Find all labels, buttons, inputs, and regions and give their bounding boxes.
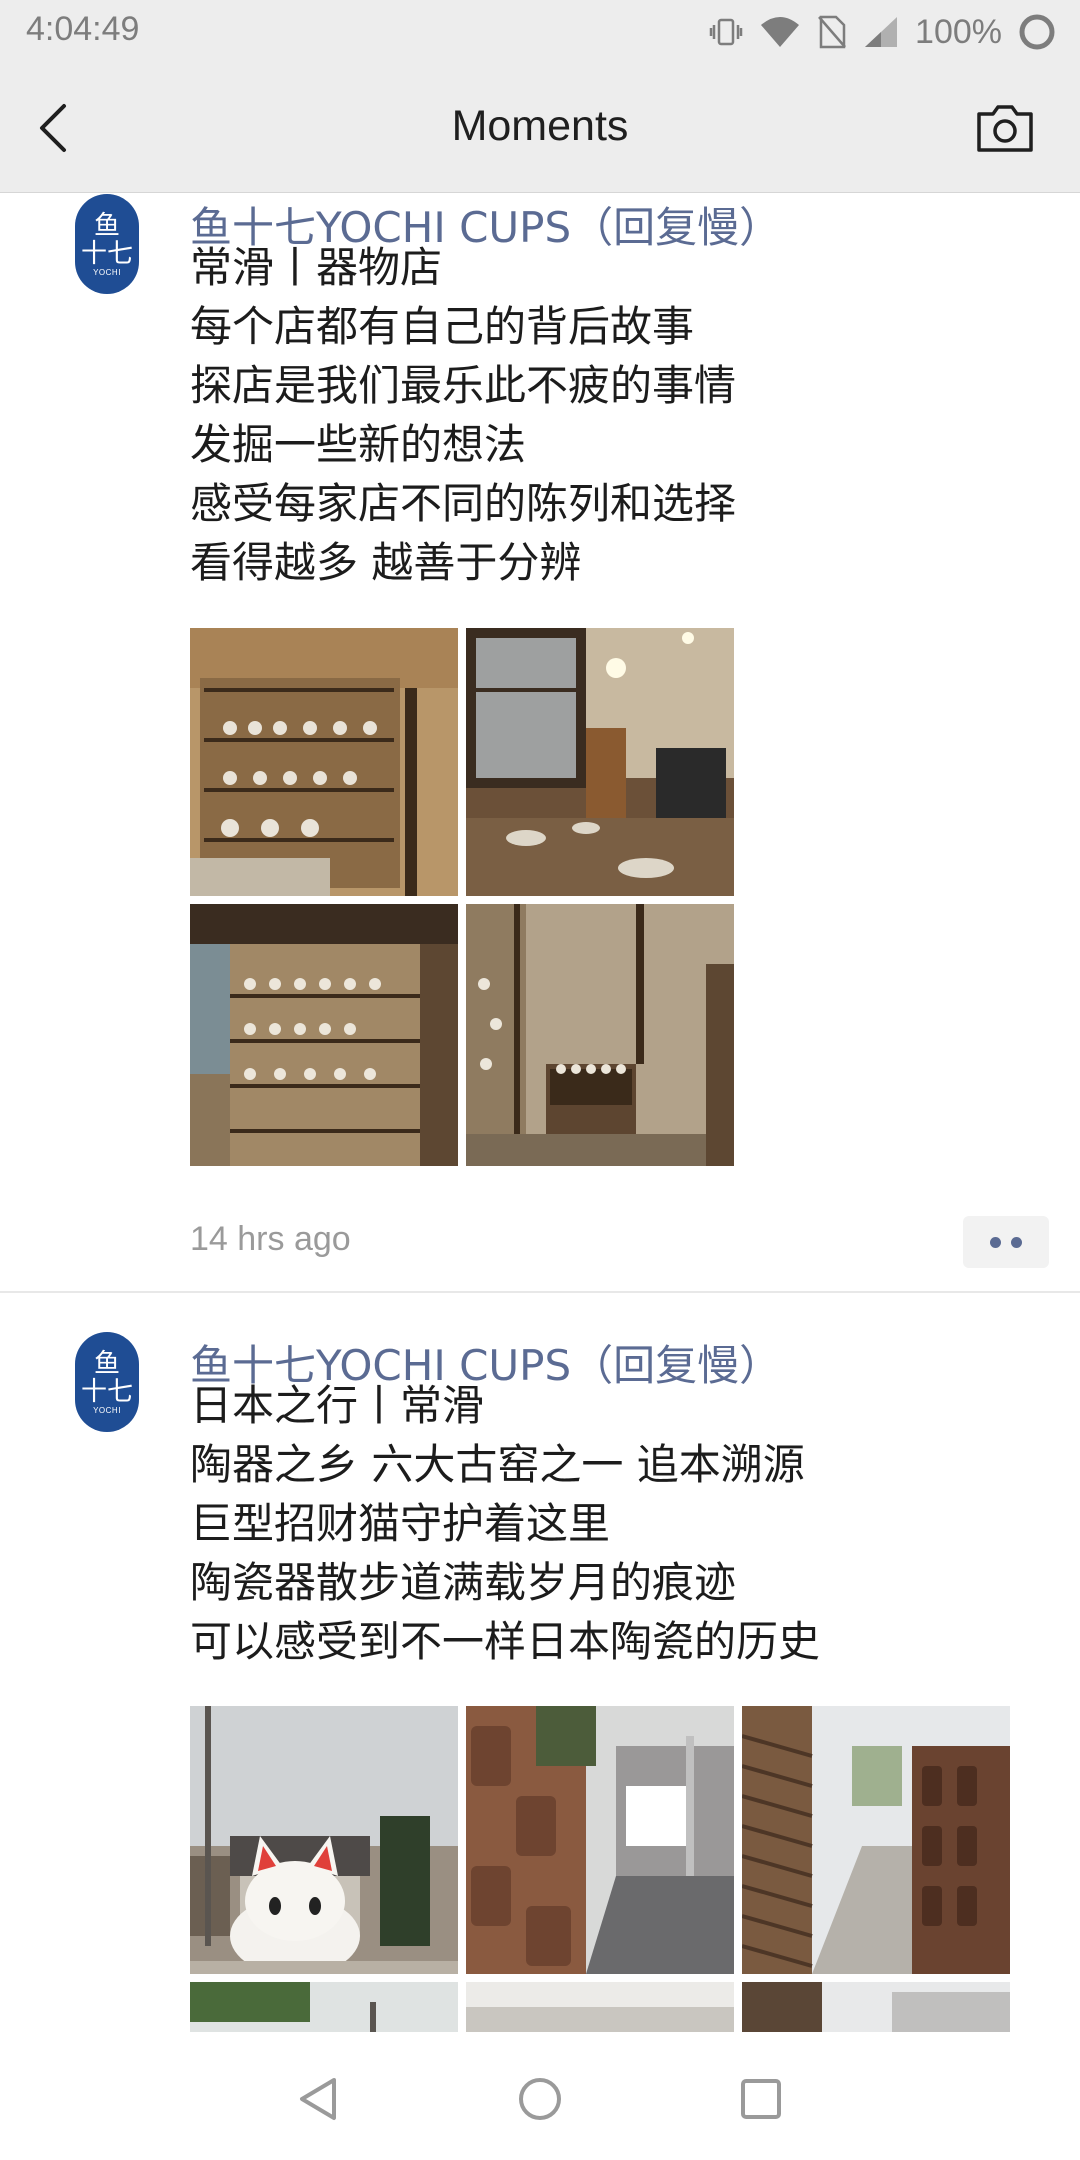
status-bar: 4:04:49 100% (0, 0, 1080, 62)
status-icons: 100% (709, 10, 1056, 54)
post-photo[interactable] (190, 628, 458, 896)
post-photo[interactable] (742, 1982, 1010, 2032)
post-line: 常滑丨器物店 (190, 243, 443, 292)
wifi-icon (759, 15, 801, 49)
app-header: Moments (0, 62, 1080, 193)
square-recents-icon (741, 2079, 781, 2119)
camera-button[interactable] (975, 102, 1035, 154)
post-line: 感受每家店不同的陈列和选择 (190, 479, 737, 528)
post-photo[interactable] (190, 1706, 458, 1974)
page-title: Moments (451, 102, 629, 150)
more-dot-icon (1011, 1236, 1022, 1248)
post-timestamp: 14 hrs ago (190, 1220, 351, 1258)
post-text: 常滑丨器物店 每个店都有自己的背后故事 探店是我们最乐此不疲的事情 发掘一些新的… (190, 238, 736, 592)
post-divider (0, 1291, 1080, 1293)
no-sim-icon (817, 15, 847, 49)
post-line: 陶器之乡 六大古窑之一 追本溯源 (190, 1440, 805, 1489)
post-photo[interactable] (466, 1706, 734, 1974)
top-bar: 4:04:49 100% Moments (0, 0, 1080, 193)
signal-icon (863, 15, 899, 49)
post-photo[interactable] (466, 1982, 734, 2032)
more-dot-icon (990, 1236, 1001, 1248)
avatar[interactable]: 鱼 十七 YOCHI (75, 1332, 139, 1432)
post-line: 陶瓷器散步道满载岁月的痕迹 (190, 1558, 737, 1607)
vibrate-icon (709, 15, 743, 49)
post-line: 每个店都有自己的背后故事 (190, 302, 695, 351)
post-line: 可以感受到不一样日本陶瓷的历史 (190, 1617, 821, 1666)
post-photo[interactable] (466, 628, 734, 896)
post-line: 看得越多 越善于分辨 (190, 538, 582, 587)
nav-recents-button[interactable] (734, 2072, 788, 2126)
post-photo[interactable] (190, 1982, 458, 2032)
post-photo[interactable] (742, 1706, 1010, 1974)
status-time: 4:04:49 (26, 10, 140, 48)
circle-home-icon (519, 2078, 561, 2120)
post-photo[interactable] (466, 904, 734, 1166)
post-line: 巨型招财猫守护着这里 (190, 1499, 611, 1548)
post-line: 发掘一些新的想法 (190, 420, 527, 469)
triangle-back-icon (300, 2078, 336, 2120)
avatar[interactable]: 鱼 十七 YOCHI (75, 194, 139, 294)
system-nav-bar (0, 2038, 1080, 2160)
comment-like-button[interactable] (963, 1216, 1049, 1268)
post-text: 日本之行丨常滑 陶器之乡 六大古窑之一 追本溯源 巨型招财猫守护着这里 陶瓷器散… (190, 1376, 820, 1671)
nav-home-button[interactable] (513, 2072, 567, 2126)
post-line: 日本之行丨常滑 (190, 1381, 485, 1430)
post-line: 探店是我们最乐此不疲的事情 (190, 361, 737, 410)
post-photo[interactable] (190, 904, 458, 1166)
nav-back-button[interactable] (292, 2072, 346, 2126)
moments-feed[interactable]: 鱼 十七 YOCHI 鱼十七YOCHI CUPS（回复慢） 常滑丨器物店 每个店… (0, 194, 1080, 2038)
battery-percent: 100% (915, 12, 1002, 51)
camera-icon (977, 105, 1033, 152)
battery-icon (1018, 13, 1056, 51)
